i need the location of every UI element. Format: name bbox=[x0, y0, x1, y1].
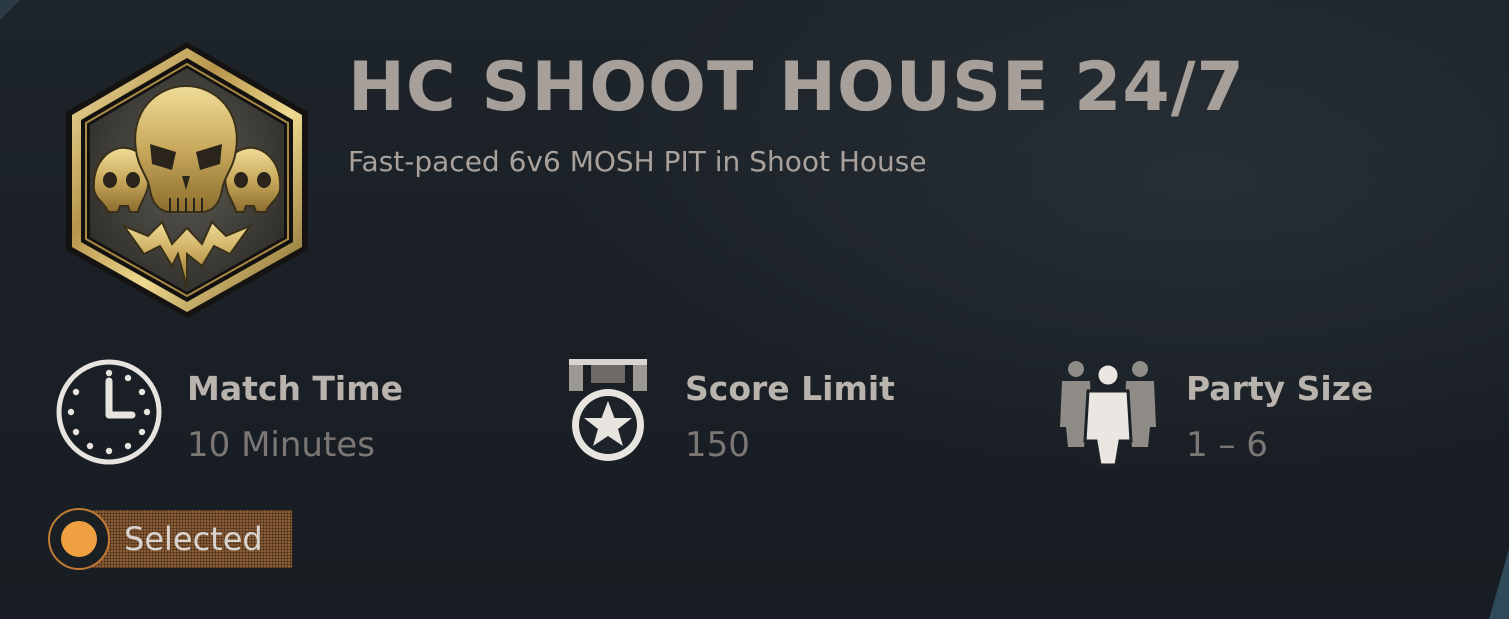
stat-value: 10 Minutes bbox=[187, 425, 375, 465]
radio-dot-icon bbox=[61, 521, 97, 557]
stat-score-limit: Score Limit 150 bbox=[565, 355, 985, 475]
stat-match-time: Match Time 10 Minutes bbox=[54, 355, 474, 475]
stat-label: Match Time bbox=[187, 369, 404, 408]
stat-party-size: Party Size 1 – 6 bbox=[1058, 355, 1478, 475]
stat-value: 1 – 6 bbox=[1186, 425, 1268, 465]
corner-accent bbox=[1489, 549, 1509, 619]
clock-icon bbox=[56, 359, 162, 465]
stat-label: Party Size bbox=[1186, 369, 1374, 408]
playlist-card[interactable]: HC SHOOT HOUSE 24/7 Fast-paced 6v6 MOSH … bbox=[0, 0, 1509, 619]
radio-ring bbox=[48, 508, 110, 570]
selected-badge[interactable]: Selected bbox=[48, 508, 292, 570]
stat-value: 150 bbox=[685, 425, 750, 465]
star-medal-icon bbox=[569, 359, 647, 461]
stat-label: Score Limit bbox=[685, 369, 895, 408]
skulls-emblem-icon bbox=[66, 42, 308, 318]
party-icon bbox=[1060, 361, 1156, 467]
selected-label: Selected bbox=[124, 520, 263, 558]
corner-accent bbox=[0, 0, 20, 20]
mode-description: Fast-paced 6v6 MOSH PIT in Shoot House bbox=[348, 145, 927, 178]
mode-title: HC SHOOT HOUSE 24/7 bbox=[348, 48, 1245, 127]
